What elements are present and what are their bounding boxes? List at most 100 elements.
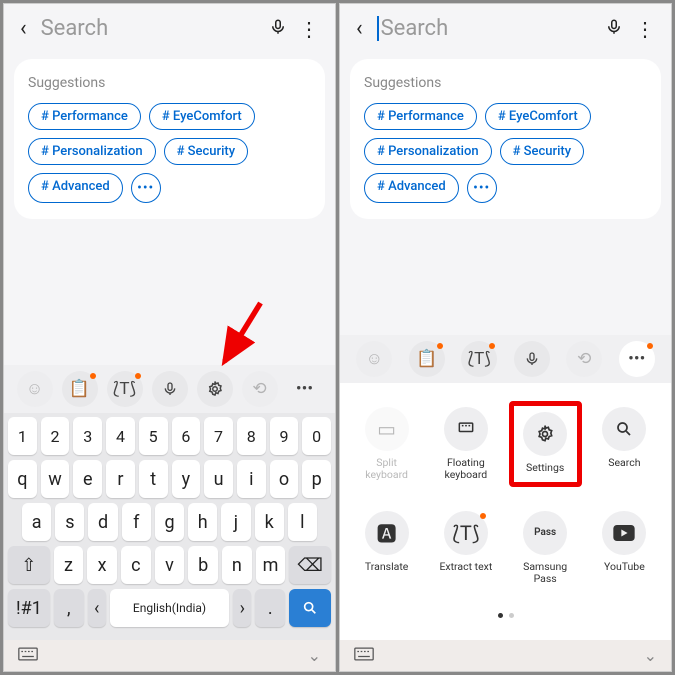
key-i[interactable]: i: [237, 460, 266, 498]
chip[interactable]: # Security: [164, 138, 249, 165]
key-e[interactable]: e: [73, 460, 102, 498]
key-0[interactable]: 0: [302, 417, 331, 455]
keyboard-search-button[interactable]: Search: [588, 401, 661, 487]
collapse-icon[interactable]: ⌄: [308, 646, 321, 665]
chip[interactable]: # EyeComfort: [485, 103, 591, 130]
search-input[interactable]: Search: [41, 16, 257, 41]
key-m[interactable]: m: [256, 546, 286, 584]
more-icon[interactable]: ⋮: [635, 17, 655, 41]
backspace-key[interactable]: ⌫: [289, 546, 331, 584]
key-v[interactable]: v: [155, 546, 185, 584]
key-3[interactable]: 3: [73, 417, 102, 455]
search-key[interactable]: [289, 589, 331, 627]
split-keyboard-button[interactable]: ▭ Split keyboard: [350, 401, 423, 487]
key-6[interactable]: 6: [172, 417, 201, 455]
key-b[interactable]: b: [188, 546, 218, 584]
extract-text-button[interactable]: ⟅T⟆ Extract text: [429, 505, 502, 591]
emoji-icon[interactable]: ☺: [17, 371, 53, 407]
text-extract-icon[interactable]: ⟅T⟆: [461, 341, 497, 377]
key-l[interactable]: l: [288, 503, 317, 541]
key-9[interactable]: 9: [270, 417, 299, 455]
key-p[interactable]: p: [302, 460, 331, 498]
key-z[interactable]: z: [54, 546, 84, 584]
key-c[interactable]: c: [121, 546, 151, 584]
search-input[interactable]: Search: [377, 16, 593, 41]
key-g[interactable]: g: [155, 503, 184, 541]
chip-more-icon[interactable]: •••: [467, 173, 497, 203]
emoji-icon[interactable]: ☺: [356, 341, 392, 377]
mic-icon[interactable]: [605, 17, 623, 41]
translate-button[interactable]: 🅰 Translate: [350, 505, 423, 591]
key-a[interactable]: a: [22, 503, 51, 541]
key-7[interactable]: 7: [204, 417, 233, 455]
clipboard-icon[interactable]: 📋: [62, 371, 98, 407]
voice-icon[interactable]: [152, 371, 188, 407]
keyboard-settings-button[interactable]: Settings: [509, 401, 582, 487]
search-bar: ‹ Search ⋮: [4, 4, 335, 53]
keyboard-mode-icon[interactable]: [354, 646, 374, 665]
shift-key[interactable]: ⇧: [8, 546, 50, 584]
keyboard-mode-icon[interactable]: [18, 646, 38, 665]
key-o[interactable]: o: [270, 460, 299, 498]
key-k[interactable]: k: [255, 503, 284, 541]
chip-more-icon[interactable]: •••: [131, 173, 161, 203]
settings-icon[interactable]: [197, 371, 233, 407]
floating-keyboard-button[interactable]: Floating keyboard: [429, 401, 502, 487]
key-t[interactable]: t: [139, 460, 168, 498]
chip[interactable]: # Personalization: [364, 138, 492, 165]
toolbar-more-icon[interactable]: •••: [287, 371, 323, 407]
extract-text-icon: ⟅T⟆: [444, 511, 488, 555]
key-2[interactable]: 2: [41, 417, 70, 455]
chips-container: # Performance # EyeComfort # Personaliza…: [28, 103, 311, 203]
space-key[interactable]: English(India): [110, 589, 230, 627]
floating-keyboard-icon: [444, 407, 488, 451]
voice-icon[interactable]: [514, 341, 550, 377]
key-x[interactable]: x: [87, 546, 117, 584]
lang-prev-key[interactable]: ‹: [88, 589, 106, 627]
phone-right: ‹ Search ⋮ Suggestions # Performance # E…: [339, 3, 672, 672]
translate-icon[interactable]: ⟲: [242, 371, 278, 407]
key-5[interactable]: 5: [139, 417, 168, 455]
samsung-pass-button[interactable]: Pass Samsung Pass: [509, 505, 582, 591]
chip[interactable]: # Advanced: [28, 173, 123, 203]
symbols-key[interactable]: !#1: [8, 589, 50, 627]
text-extract-icon[interactable]: ⟅T⟆: [107, 371, 143, 407]
split-keyboard-icon: ▭: [365, 407, 409, 451]
key-s[interactable]: s: [55, 503, 84, 541]
toolbar-more-icon[interactable]: •••: [619, 341, 655, 377]
chip[interactable]: # Personalization: [28, 138, 156, 165]
samsung-pass-icon: Pass: [523, 511, 567, 555]
key-j[interactable]: j: [221, 503, 250, 541]
chip[interactable]: # Performance: [364, 103, 477, 130]
youtube-button[interactable]: YouTube: [588, 505, 661, 591]
key-y[interactable]: y: [172, 460, 201, 498]
translate-icon[interactable]: ⟲: [566, 341, 602, 377]
chip[interactable]: # Security: [500, 138, 585, 165]
period-key[interactable]: .: [255, 589, 285, 627]
key-u[interactable]: u: [204, 460, 233, 498]
chip[interactable]: # EyeComfort: [149, 103, 255, 130]
key-w[interactable]: w: [41, 460, 70, 498]
translate-icon: 🅰: [365, 511, 409, 555]
page-indicator: [350, 609, 661, 622]
key-q[interactable]: q: [8, 460, 37, 498]
chip[interactable]: # Advanced: [364, 173, 459, 203]
clipboard-icon[interactable]: 📋: [409, 341, 445, 377]
chip[interactable]: # Performance: [28, 103, 141, 130]
key-8[interactable]: 8: [237, 417, 266, 455]
key-n[interactable]: n: [222, 546, 252, 584]
key-1[interactable]: 1: [8, 417, 37, 455]
keyboard-footer: ⌄: [4, 640, 335, 671]
mic-icon[interactable]: [269, 17, 287, 41]
more-icon[interactable]: ⋮: [299, 17, 319, 41]
back-icon[interactable]: ‹: [20, 16, 27, 41]
key-4[interactable]: 4: [106, 417, 135, 455]
lang-next-key[interactable]: ›: [233, 589, 251, 627]
key-h[interactable]: h: [188, 503, 217, 541]
key-f[interactable]: f: [122, 503, 151, 541]
back-icon[interactable]: ‹: [356, 16, 363, 41]
comma-key[interactable]: ,: [54, 589, 84, 627]
key-d[interactable]: d: [88, 503, 117, 541]
key-r[interactable]: r: [106, 460, 135, 498]
collapse-icon[interactable]: ⌄: [644, 646, 657, 665]
